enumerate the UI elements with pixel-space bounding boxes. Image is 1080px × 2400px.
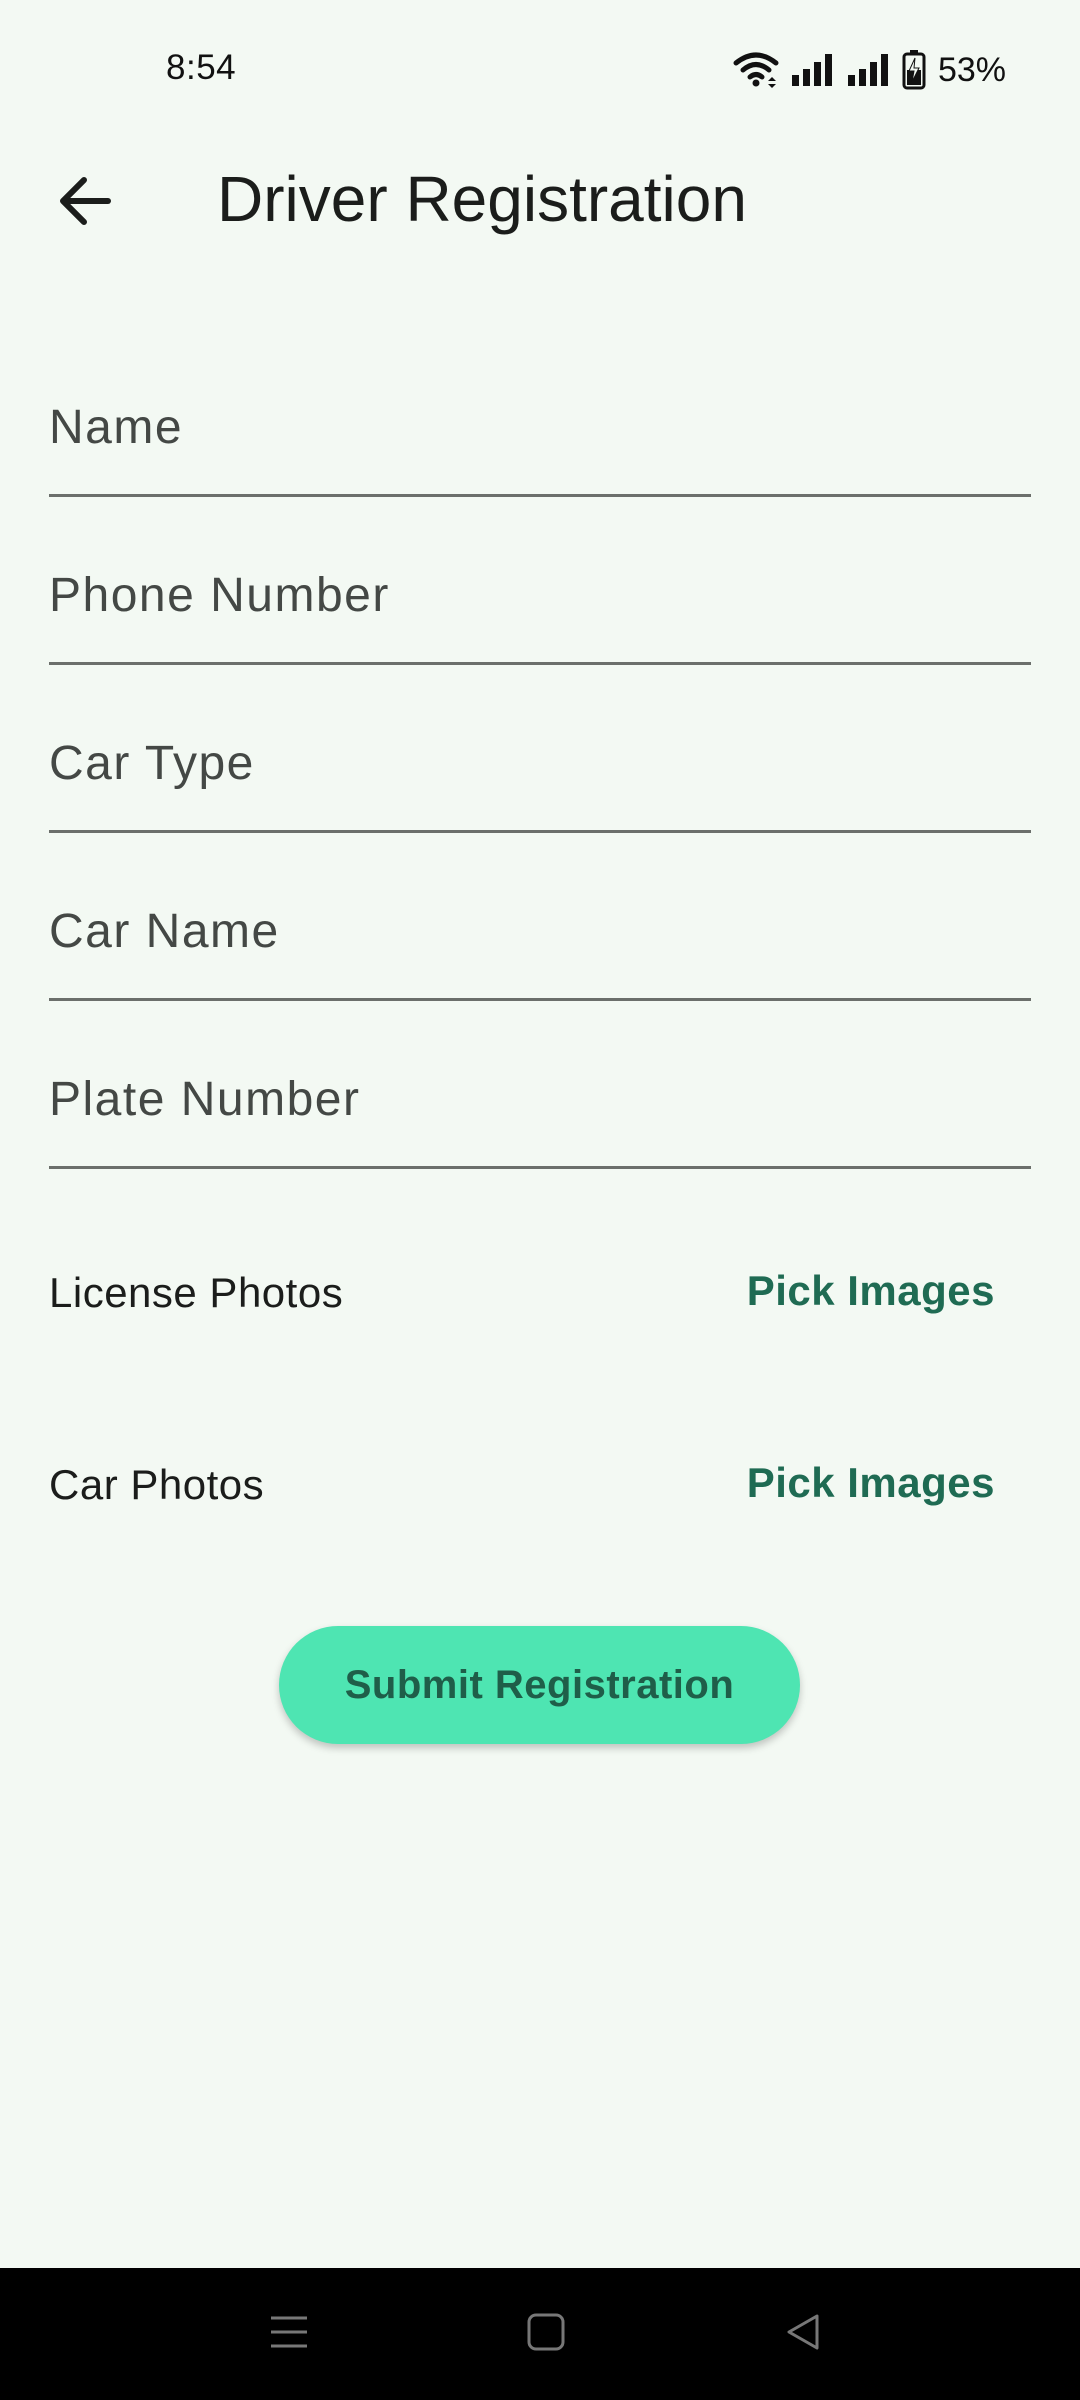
menu-icon [269,2312,309,2357]
name-input[interactable] [49,387,1031,467]
nav-home-button[interactable] [514,2302,578,2366]
name-field [49,367,1031,497]
car-photos-row: Car Photos Pick Images [49,1433,1031,1533]
phone-number-field [49,535,1031,665]
home-icon [526,2312,566,2357]
nav-back-button[interactable] [771,2302,835,2366]
car-name-input[interactable] [49,891,1031,971]
status-bar: 8:54 53% [0,0,1080,140]
page-title: Driver Registration [217,163,747,235]
battery-charging-icon [902,50,926,90]
battery-percentage: 53% [937,50,1006,89]
pick-car-images-button[interactable]: Pick Images [723,1451,1019,1515]
submit-registration-label: Submit Registration [344,1662,735,1707]
phone-number-input[interactable] [49,555,1031,635]
car-type-field [49,703,1031,833]
car-name-field [49,871,1031,1001]
driver-registration-screen: 8:54 53% Driver Registration Name Phone … [0,0,1080,2400]
car-type-input[interactable] [49,723,1031,803]
back-button[interactable] [40,158,130,248]
pick-license-images-button[interactable]: Pick Images [723,1259,1019,1323]
license-photos-row: License Photos Pick Images [49,1241,1031,1341]
signal-icon [846,53,892,87]
wifi-icon [732,51,780,89]
system-navigation-bar [0,2268,1080,2400]
arrow-back-icon [58,176,112,231]
status-icons: 53% [732,50,1006,90]
nav-menu-button[interactable] [257,2302,321,2366]
app-bar: Driver Registration [0,140,1080,260]
plate-number-field [49,1039,1031,1169]
signal-icon [790,53,836,87]
license-photos-label: License Photos [49,1269,344,1316]
back-icon [783,2312,823,2357]
car-photos-label: Car Photos [49,1461,265,1508]
status-time: 8:54 [166,48,237,87]
submit-registration-button[interactable]: Submit Registration [279,1626,800,1744]
plate-number-input[interactable] [49,1059,1031,1139]
